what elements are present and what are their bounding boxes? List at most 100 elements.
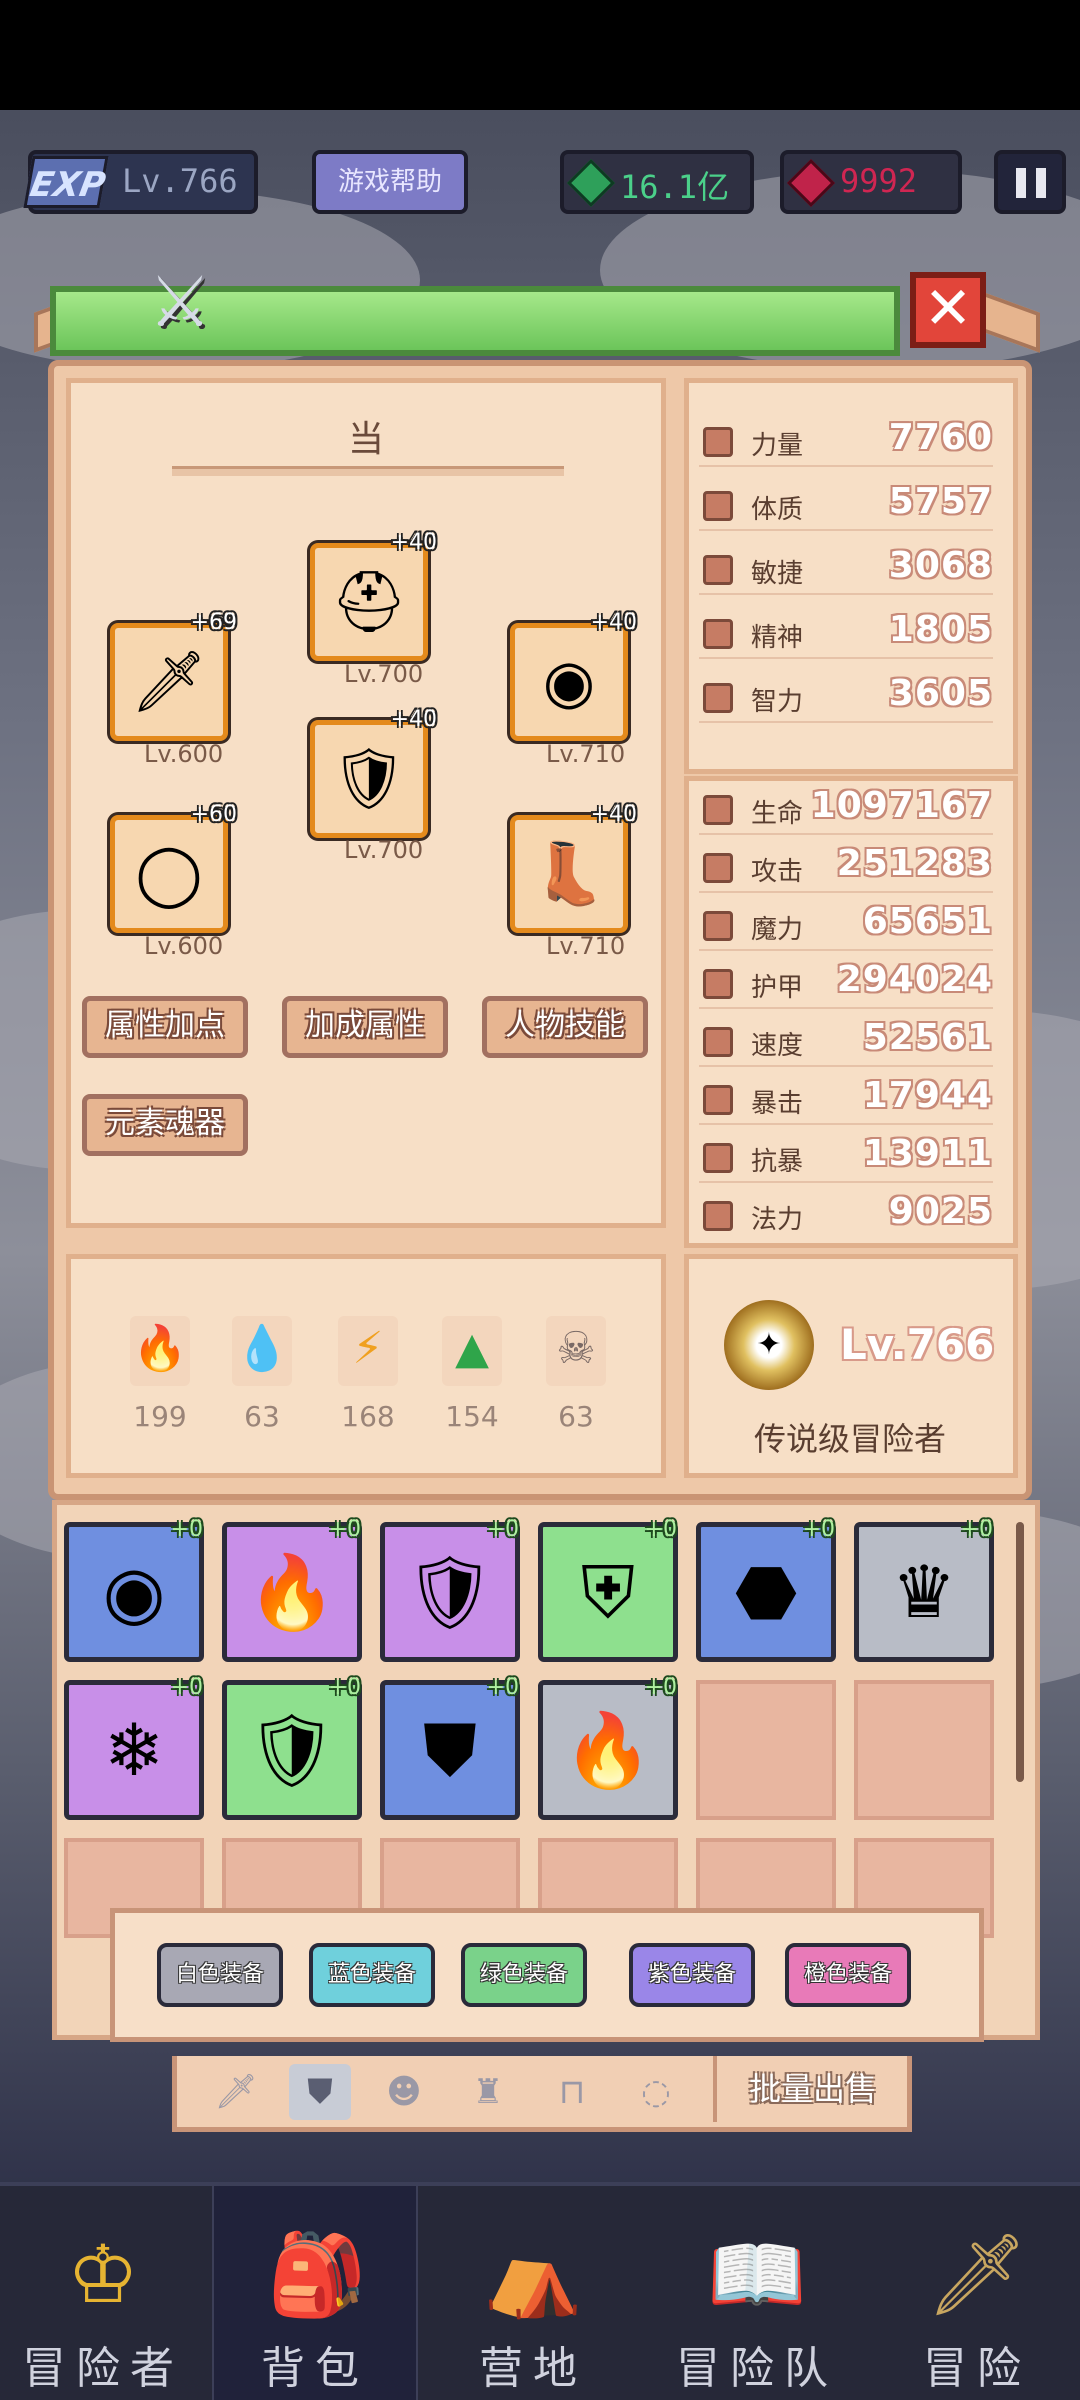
stat-label: 敏捷 bbox=[751, 559, 804, 589]
tab-accessory[interactable]: ◌ bbox=[625, 2064, 687, 2120]
rank-level: Lv.766 bbox=[840, 1320, 995, 1369]
inventory-item[interactable]: 🔥 +0 bbox=[538, 1675, 678, 1820]
armor-slot[interactable]: 🛡 +40 bbox=[310, 707, 437, 838]
orange-gear-filter[interactable]: 橙色装备 bbox=[785, 1943, 911, 2007]
mana-icon bbox=[703, 1201, 733, 1231]
stat-row-crit-resist: 抗暴 13911 bbox=[689, 1133, 1013, 1183]
stat-row-constitution: 体质 5757 bbox=[689, 481, 1013, 531]
tab-helmet[interactable]: ☻ bbox=[373, 2064, 435, 2120]
steel-shield-icon: 🛡 bbox=[246, 1708, 338, 1792]
quality-filter-bar: 白色装备 蓝色装备 绿色装备 紫色装备 橙色装备 bbox=[110, 1908, 984, 2042]
close-button[interactable]: ✕ bbox=[910, 272, 986, 348]
stat-label: 生命 bbox=[751, 799, 804, 829]
armor-icon: 🛡 bbox=[330, 744, 408, 814]
attack-icon bbox=[703, 853, 733, 883]
nav-camp[interactable]: ⛺ 营地 bbox=[430, 2186, 636, 2400]
stat-value: 13911 bbox=[862, 1133, 993, 1174]
inventory-item[interactable]: ⬣ +0 bbox=[696, 1517, 836, 1662]
nav-label: 冒险者 bbox=[22, 2343, 184, 2394]
enhance-level: +69 bbox=[190, 610, 237, 635]
nav-label: 冒险 bbox=[923, 2343, 1031, 2394]
enhance-level: +0 bbox=[328, 1675, 361, 1700]
nav-adventurer[interactable]: ♔ 冒险者 bbox=[0, 2186, 206, 2400]
enhance-level: +0 bbox=[960, 1517, 993, 1542]
magic-icon bbox=[703, 911, 733, 941]
slot-level: Lv.710 bbox=[546, 932, 626, 960]
pause-button[interactable] bbox=[994, 150, 1066, 214]
nav-backpack[interactable]: 🎒 背包 bbox=[212, 2186, 418, 2400]
ring-icon: ◯ bbox=[135, 839, 203, 909]
weapon-slot[interactable]: 🗡 +69 bbox=[110, 610, 237, 741]
rank-emblem-icon: ✦ bbox=[724, 1300, 814, 1390]
armor-crest-icon: ♛ bbox=[891, 1550, 957, 1634]
enhance-level: +40 bbox=[390, 530, 437, 555]
inventory-item[interactable]: ◉ +0 bbox=[64, 1517, 204, 1662]
shield-slot[interactable]: ◉ +40 bbox=[510, 610, 637, 741]
inventory-item[interactable]: 🔥 +0 bbox=[222, 1517, 362, 1662]
round-shield-icon: ◉ bbox=[102, 1550, 166, 1634]
inventory-item[interactable]: 🛡 +0 bbox=[222, 1675, 362, 1820]
tab-shield[interactable]: ⛊ bbox=[289, 2064, 351, 2120]
gem-amount: 16.1亿 bbox=[620, 168, 730, 206]
ring-slot[interactable]: ◯ +60 bbox=[110, 802, 237, 933]
stat-label: 法力 bbox=[751, 1205, 804, 1235]
nav-adventure-team[interactable]: 📖 冒险队 bbox=[654, 2186, 860, 2400]
fire-element-icon: 🔥 bbox=[130, 1316, 190, 1386]
inventory-item[interactable]: ⛊ +0 bbox=[380, 1675, 520, 1820]
game-help-button[interactable]: 游戏帮助 bbox=[312, 150, 468, 214]
inventory-scrollbar[interactable] bbox=[1016, 1522, 1024, 1782]
earth-element-value: 154 bbox=[445, 1400, 499, 1433]
player-level: Lv.766 bbox=[122, 162, 238, 200]
inventory-item[interactable]: ♛ +0 bbox=[854, 1517, 994, 1662]
armor-stat-icon bbox=[703, 969, 733, 999]
enhance-level: +0 bbox=[802, 1517, 835, 1542]
stat-value: 9025 bbox=[888, 1191, 993, 1232]
combat-stats-panel: 生命 1097167 攻击 251283 魔力 65651 护甲 294024 … bbox=[684, 776, 1018, 1248]
tab-armor[interactable]: ♜ bbox=[457, 2064, 519, 2120]
stat-label: 智力 bbox=[751, 687, 804, 717]
stat-label: 力量 bbox=[751, 431, 804, 461]
pause-icon bbox=[1016, 168, 1026, 198]
stat-value: 3605 bbox=[888, 673, 993, 714]
element-soul-button[interactable]: 元素魂器 bbox=[82, 1094, 248, 1156]
stat-value: 65651 bbox=[862, 901, 993, 942]
empty-inventory-slot[interactable] bbox=[696, 1680, 836, 1820]
agility-icon bbox=[703, 555, 733, 585]
stat-label: 精神 bbox=[751, 623, 804, 653]
slot-level: Lv.700 bbox=[344, 836, 424, 864]
ruby-amount: 9992 bbox=[840, 162, 918, 200]
bulk-sell-button[interactable]: 批量出售 bbox=[713, 2056, 909, 2122]
stat-value: 251283 bbox=[836, 843, 993, 884]
stat-value: 7760 bbox=[888, 417, 993, 458]
purple-gear-filter[interactable]: 紫色装备 bbox=[629, 1943, 755, 2007]
pants-tab-icon: ⊓ bbox=[558, 2072, 586, 2112]
winged-shield-icon: ⛊ bbox=[422, 1708, 477, 1792]
tab-weapon[interactable]: 🗡 bbox=[205, 2064, 267, 2120]
character-skills-button[interactable]: 人物技能 bbox=[482, 996, 648, 1058]
slot-level: Lv.710 bbox=[546, 740, 626, 768]
attribute-points-button[interactable]: 属性加点 bbox=[82, 996, 248, 1058]
slot-level: Lv.600 bbox=[144, 740, 224, 768]
inventory-item[interactable]: ⛨ +0 bbox=[538, 1517, 678, 1662]
white-gear-filter[interactable]: 白色装备 bbox=[157, 1943, 283, 2007]
inventory-item[interactable]: 🛡 +0 bbox=[380, 1517, 520, 1662]
helmet-slot[interactable]: ⛑ +40 bbox=[310, 530, 437, 661]
stat-value: 5757 bbox=[888, 481, 993, 522]
character-name: 当 bbox=[347, 419, 384, 460]
blue-gear-filter[interactable]: 蓝色装备 bbox=[309, 1943, 435, 2007]
stat-label: 暴击 bbox=[751, 1089, 804, 1119]
green-gear-filter[interactable]: 绿色装备 bbox=[461, 1943, 587, 2007]
nav-adventure[interactable]: 🗡 冒险 bbox=[874, 2186, 1080, 2400]
bonus-attributes-button[interactable]: 加成属性 bbox=[282, 996, 448, 1058]
skull-element-icon: ☠ bbox=[546, 1316, 606, 1386]
tab-pants[interactable]: ⊓ bbox=[541, 2064, 603, 2120]
empty-inventory-slot[interactable] bbox=[854, 1680, 994, 1820]
stat-value: 1805 bbox=[888, 609, 993, 650]
inventory-item[interactable]: ❄ +0 bbox=[64, 1675, 204, 1820]
stat-value: 3068 bbox=[888, 545, 993, 586]
heart-icon bbox=[703, 795, 733, 825]
stat-value: 294024 bbox=[836, 959, 993, 1000]
boots-slot[interactable]: 👢 +40 bbox=[510, 802, 637, 933]
stat-label: 体质 bbox=[751, 495, 804, 525]
backpack-nav-icon: 🎒 bbox=[267, 2228, 367, 2321]
